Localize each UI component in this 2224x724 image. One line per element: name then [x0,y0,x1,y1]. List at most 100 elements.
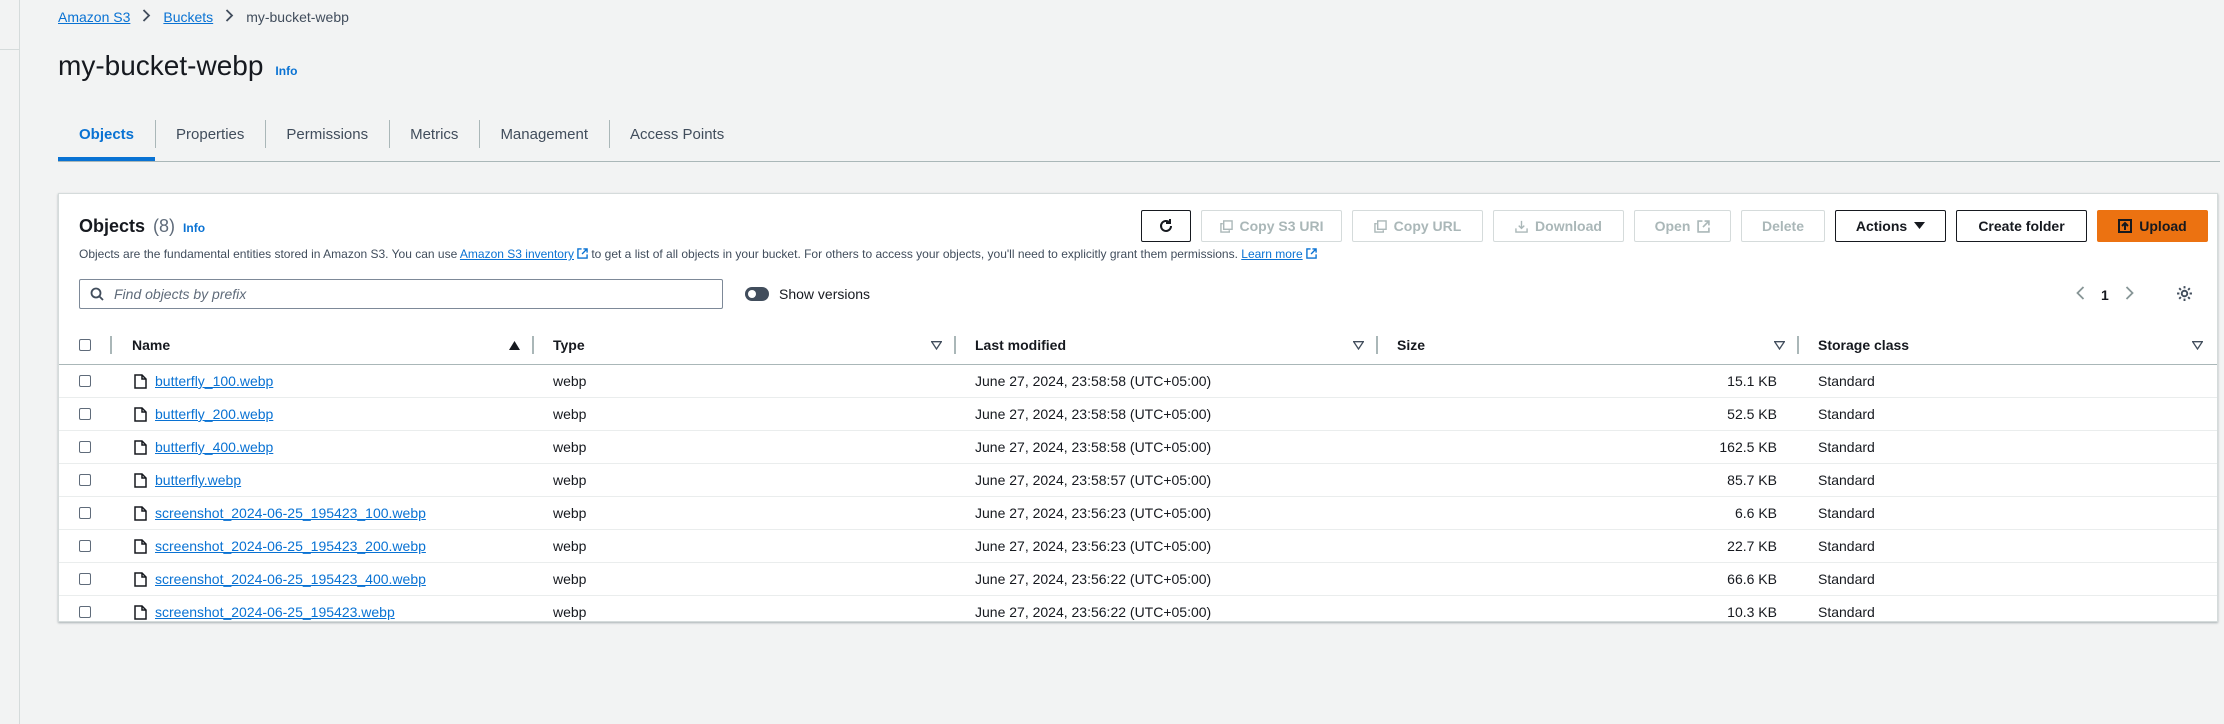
size-cell: 85.7 KB [1727,472,1777,488]
col-size[interactable]: Size [1397,326,1799,364]
tab-properties[interactable]: Properties [155,108,265,160]
last-modified-cell: June 27, 2024, 23:56:23 (UTC+05:00) [975,538,1212,554]
row-checkbox[interactable] [79,596,91,628]
copy-icon [1219,219,1233,233]
type-cell: webp [553,439,587,455]
search-field[interactable] [79,279,723,309]
last-modified-cell: June 27, 2024, 23:58:58 (UTC+05:00) [975,373,1212,389]
select-all-checkbox[interactable] [79,326,91,364]
copy-url-button[interactable]: Copy URL [1352,210,1483,242]
row-checkbox[interactable] [79,530,91,562]
checkbox[interactable] [79,441,91,453]
row-checkbox[interactable] [79,464,91,496]
tab-access-points[interactable]: Access Points [609,108,745,160]
object-name-link[interactable]: butterfly_400.webp [155,439,273,455]
actions-dropdown[interactable]: Actions [1835,210,1946,242]
side-navigation-rail [0,0,20,724]
refresh-button[interactable] [1141,210,1191,242]
checkbox[interactable] [79,606,91,618]
size-cell: 6.6 KB [1734,505,1777,521]
tab-management[interactable]: Management [479,108,609,160]
sort-down-icon[interactable] [1774,340,1785,350]
table-row[interactable]: screenshot_2024-06-25_195423_200.webp we… [59,530,2217,563]
checkbox[interactable] [79,573,91,585]
learn-more-link[interactable]: Learn more [1241,247,1317,261]
name-cell: screenshot_2024-06-25_195423_200.webp [134,530,426,562]
object-name-link[interactable]: screenshot_2024-06-25_195423_400.webp [155,571,426,587]
copy-s3-uri-label: Copy S3 URI [1239,218,1324,234]
object-name-link[interactable]: screenshot_2024-06-25_195423.webp [155,604,395,620]
objects-panel: Objects (8) Info Objects are the fundame… [58,193,2218,622]
gear-icon[interactable] [2176,285,2193,307]
table-row[interactable]: butterfly_200.webp webp June 27, 2024, 2… [59,398,2217,431]
object-name-link[interactable]: screenshot_2024-06-25_195423_100.webp [155,505,426,521]
table-row[interactable]: screenshot_2024-06-25_195423_100.webp we… [59,497,2217,530]
toggle-switch[interactable] [745,287,769,301]
create-folder-button[interactable]: Create folder [1956,210,2087,242]
s3-inventory-link[interactable]: Amazon S3 inventory [460,247,588,261]
copy-s3-uri-button[interactable]: Copy S3 URI [1201,210,1342,242]
search-input[interactable] [112,285,696,303]
tab-objects[interactable]: Objects [58,108,156,161]
open-label: Open [1654,218,1691,234]
download-label: Download [1535,218,1602,234]
last-modified-cell: June 27, 2024, 23:56:23 (UTC+05:00) [975,505,1212,521]
chevron-right-icon[interactable] [2125,286,2134,303]
file-icon [134,373,147,389]
storage-class-cell: Standard [1818,472,1875,488]
table-row[interactable]: screenshot_2024-06-25_195423_400.webp we… [59,563,2217,596]
table-row[interactable]: butterfly.webp webp June 27, 2024, 23:58… [59,464,2217,497]
col-size-label: Size [1397,337,1426,353]
file-icon [134,571,147,587]
col-last-modified[interactable]: Last modified [975,326,1378,364]
checkbox[interactable] [79,474,91,486]
pagination: 1 [2076,286,2134,303]
refresh-icon [1160,219,1172,232]
name-cell: butterfly_100.webp [134,365,273,397]
table-row[interactable]: butterfly_400.webp webp June 27, 2024, 2… [59,431,2217,464]
col-name[interactable]: Name [132,326,534,364]
row-checkbox[interactable] [79,431,91,463]
object-name-link[interactable]: screenshot_2024-06-25_195423_200.webp [155,538,426,554]
objects-info-link[interactable]: Info [183,221,205,235]
checkbox[interactable] [79,408,91,420]
info-link[interactable]: Info [275,64,297,78]
row-checkbox[interactable] [79,398,91,430]
sort-ascending-icon[interactable] [509,340,520,350]
checkbox[interactable] [79,375,91,387]
tab-permissions[interactable]: Permissions [265,108,389,160]
tab-metrics[interactable]: Metrics [389,108,479,160]
table-row[interactable]: butterfly_100.webp webp June 27, 2024, 2… [59,365,2217,398]
table-row[interactable]: screenshot_2024-06-25_195423.webp webp J… [59,596,2217,628]
page-title: my-bucket-webp [58,50,264,81]
page-number[interactable]: 1 [2101,287,2109,303]
breadcrumb-buckets[interactable]: Buckets [163,9,213,25]
column-divider [532,336,534,354]
row-checkbox[interactable] [79,365,91,397]
checkbox[interactable] [79,339,91,351]
file-icon [134,505,147,521]
checkbox[interactable] [79,507,91,519]
row-checkbox[interactable] [79,563,91,595]
download-button[interactable]: Download [1493,210,1624,242]
file-icon [134,538,147,554]
upload-button[interactable]: Upload [2097,210,2208,242]
breadcrumb: Amazon S3 Buckets my-bucket-webp [58,9,349,25]
type-cell: webp [553,571,587,587]
col-last-modified-label: Last modified [975,337,1067,353]
col-storage-class[interactable]: Storage class [1818,326,2209,364]
show-versions-toggle[interactable]: Show versions [745,286,870,302]
sort-down-icon[interactable] [1353,340,1364,350]
object-name-link[interactable]: butterfly.webp [155,472,241,488]
breadcrumb-amazon-s3[interactable]: Amazon S3 [58,9,130,25]
object-name-link[interactable]: butterfly_200.webp [155,406,273,422]
object-name-link[interactable]: butterfly_100.webp [155,373,273,389]
row-checkbox[interactable] [79,497,91,529]
open-button[interactable]: Open [1634,210,1731,242]
chevron-left-icon[interactable] [2076,286,2085,303]
sort-down-icon[interactable] [2192,340,2203,350]
delete-button[interactable]: Delete [1741,210,1825,242]
col-type[interactable]: Type [553,326,956,364]
checkbox[interactable] [79,540,91,552]
sort-down-icon[interactable] [931,340,942,350]
